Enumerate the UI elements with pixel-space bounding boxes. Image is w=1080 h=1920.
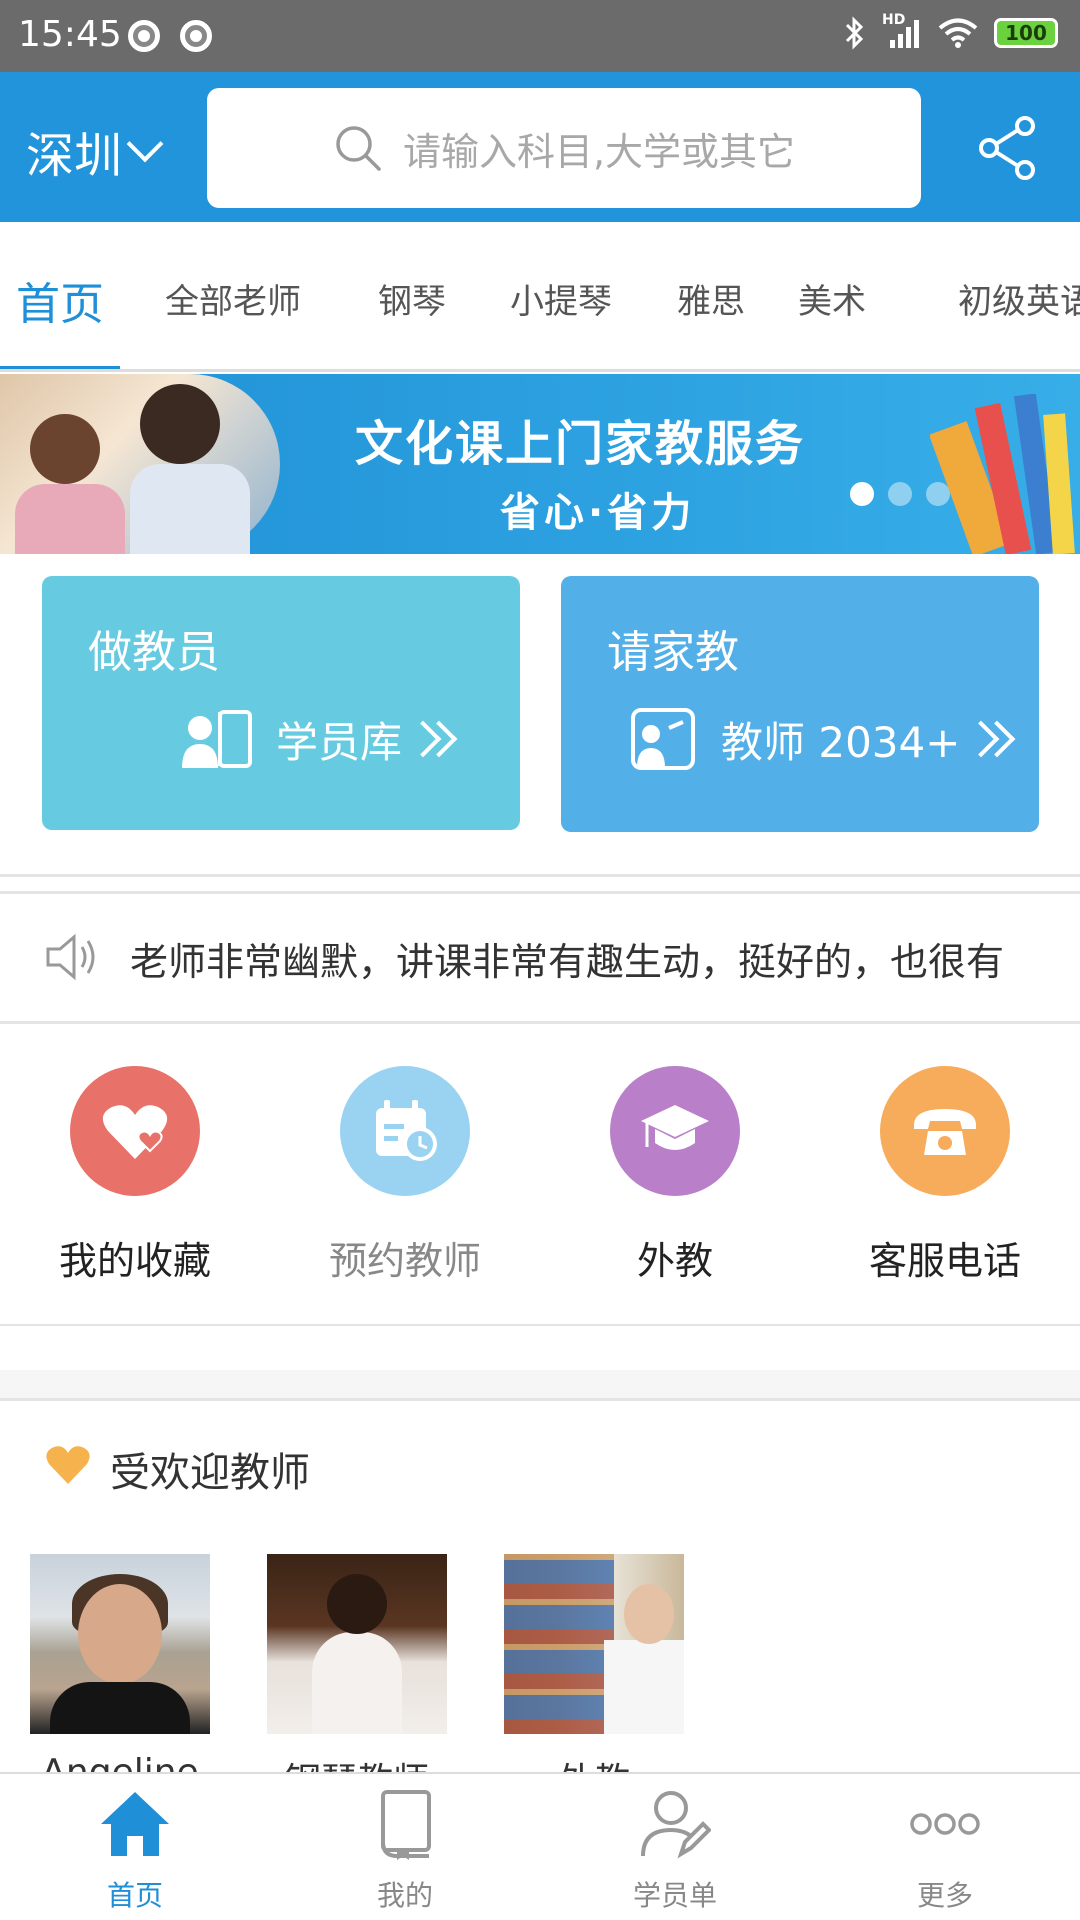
city-label: 深圳 bbox=[26, 128, 123, 184]
share-icon[interactable] bbox=[975, 114, 1041, 180]
quick-action-label: 我的收藏 bbox=[58, 1239, 211, 1283]
teacher-photo[interactable] bbox=[267, 1554, 447, 1734]
status-time: 15:45 bbox=[18, 14, 122, 55]
review-ticker[interactable]: 老师非常幽默，讲课非常有趣生动，挺好的，也很有 bbox=[0, 893, 1080, 1023]
section-spacer bbox=[0, 1324, 1080, 1400]
hire-tutor-card[interactable]: 请家教 教师 2034+ bbox=[561, 576, 1039, 832]
card-link-label: 教师 2034+ bbox=[721, 717, 961, 767]
divider bbox=[0, 1021, 1080, 1024]
home-icon bbox=[101, 1792, 169, 1856]
pencils-illustration bbox=[930, 394, 1075, 554]
nav-label: 学员单 bbox=[632, 1879, 717, 1912]
teacher-count-link[interactable]: 教师 2034+ bbox=[621, 706, 1016, 772]
status-icons: HD 100 bbox=[844, 12, 1058, 50]
card-link-label: 学员库 bbox=[276, 717, 403, 767]
book-teacher-button[interactable]: 预约教师 bbox=[270, 1066, 540, 1286]
card-title: 请家教 bbox=[607, 627, 739, 678]
teacher-photo[interactable] bbox=[30, 1554, 210, 1734]
signal-icon: HD bbox=[882, 12, 922, 50]
pagination-dot bbox=[850, 482, 874, 506]
tab-piano[interactable]: 钢琴 bbox=[378, 274, 446, 323]
nav-student-list[interactable]: 学员单 bbox=[540, 1774, 810, 1920]
more-icon bbox=[910, 1813, 980, 1835]
city-selector[interactable]: 深圳 bbox=[26, 116, 164, 186]
card-title: 做教员 bbox=[88, 627, 220, 678]
student-book-icon bbox=[182, 710, 252, 768]
quick-action-label: 预约教师 bbox=[328, 1239, 481, 1283]
chevron-down-icon bbox=[126, 125, 164, 163]
top-header: 深圳 请输入科目,大学或其它 bbox=[0, 72, 1080, 222]
bluetooth-icon bbox=[845, 16, 864, 50]
notification-icon bbox=[128, 20, 160, 52]
nav-home[interactable]: 首页 bbox=[0, 1774, 270, 1920]
become-tutor-card[interactable]: 做教员 学员库 bbox=[42, 576, 520, 830]
calendar-clock-icon bbox=[340, 1066, 470, 1196]
nav-label: 更多 bbox=[916, 1879, 973, 1912]
nav-label: 首页 bbox=[106, 1879, 163, 1912]
book-icon bbox=[381, 1790, 431, 1860]
quick-action-label: 客服电话 bbox=[868, 1239, 1021, 1283]
divider bbox=[0, 1398, 1080, 1401]
pagination-dot bbox=[888, 482, 912, 506]
review-text: 老师非常幽默，讲课非常有趣生动，挺好的，也很有 bbox=[130, 940, 1005, 984]
nav-more[interactable]: 更多 bbox=[810, 1774, 1080, 1920]
status-bar: 15:45 HD 100 bbox=[0, 0, 1080, 72]
tab-art[interactable]: 美术 bbox=[798, 274, 866, 323]
tab-home[interactable]: 首页 bbox=[16, 268, 104, 332]
graduation-cap-icon bbox=[610, 1066, 740, 1196]
search-icon bbox=[336, 126, 381, 171]
customer-service-button[interactable]: 客服电话 bbox=[810, 1066, 1080, 1286]
battery-icon: 100 bbox=[994, 18, 1058, 48]
banner-subtitle: 省心·省力 bbox=[500, 490, 696, 536]
banner-title: 文化课上门家教服务 bbox=[355, 416, 806, 472]
tab-violin[interactable]: 小提琴 bbox=[510, 274, 612, 323]
heart-icon bbox=[46, 1446, 90, 1484]
active-tab-indicator bbox=[0, 366, 120, 369]
banner-photo bbox=[0, 374, 280, 554]
promo-banner[interactable]: 文化课上门家教服务 省心·省力 bbox=[0, 374, 1080, 554]
search-input[interactable]: 请输入科目,大学或其它 bbox=[207, 88, 921, 208]
notification-icon bbox=[180, 20, 212, 52]
speaker-icon bbox=[46, 933, 95, 981]
phone-icon bbox=[880, 1066, 1010, 1196]
foreign-teacher-button[interactable]: 外教 bbox=[540, 1066, 810, 1286]
student-library-link[interactable]: 学员库 bbox=[176, 706, 458, 772]
teacher-photo[interactable] bbox=[504, 1554, 684, 1734]
teacher-board-icon bbox=[631, 708, 695, 770]
user-edit-icon bbox=[641, 1791, 711, 1859]
double-chevron-right-icon bbox=[404, 720, 458, 758]
popular-teachers-title: 受欢迎教师 bbox=[110, 1450, 310, 1496]
bottom-navigation: 首页 我的 学员单 更多 bbox=[0, 1772, 1080, 1920]
favorites-button[interactable]: 我的收藏 bbox=[0, 1066, 270, 1286]
wifi-icon bbox=[938, 18, 978, 48]
search-placeholder: 请输入科目,大学或其它 bbox=[402, 129, 796, 174]
tab-ielts[interactable]: 雅思 bbox=[677, 274, 745, 323]
divider bbox=[0, 874, 1080, 877]
tab-junior-english[interactable]: 初级英语 bbox=[958, 274, 1080, 323]
heart-icon bbox=[70, 1066, 200, 1196]
quick-action-label: 外教 bbox=[636, 1239, 713, 1283]
nav-mine[interactable]: 我的 bbox=[270, 1774, 540, 1920]
double-chevron-right-icon bbox=[963, 720, 1016, 758]
nav-label: 我的 bbox=[376, 1879, 433, 1912]
category-tabs: 首页 全部老师 钢琴 小提琴 雅思 美术 初级英语 bbox=[0, 222, 1080, 372]
tab-all-teachers[interactable]: 全部老师 bbox=[165, 274, 301, 323]
